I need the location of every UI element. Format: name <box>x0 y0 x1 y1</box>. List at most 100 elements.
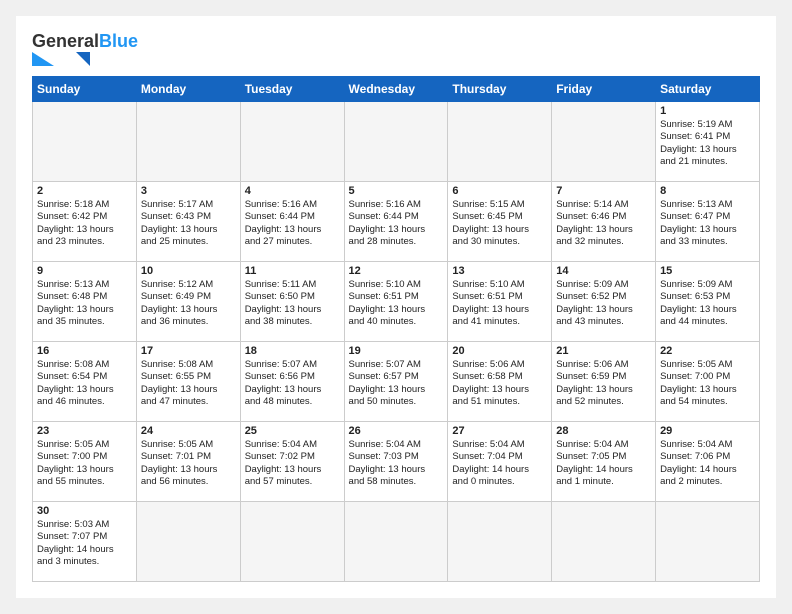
calendar-cell: 26Sunrise: 5:04 AMSunset: 7:03 PMDayligh… <box>344 422 448 502</box>
day-info-line: Daylight: 14 hours <box>660 464 755 476</box>
day-info-line: and 25 minutes. <box>141 236 236 248</box>
weekday-header-row: SundayMondayTuesdayWednesdayThursdayFrid… <box>33 77 760 102</box>
day-number: 27 <box>452 425 547 437</box>
calendar-cell: 13Sunrise: 5:10 AMSunset: 6:51 PMDayligh… <box>448 262 552 342</box>
calendar-cell: 2Sunrise: 5:18 AMSunset: 6:42 PMDaylight… <box>33 182 137 262</box>
calendar-cell: 1Sunrise: 5:19 AMSunset: 6:41 PMDaylight… <box>656 102 760 182</box>
day-info-line: Sunrise: 5:17 AM <box>141 199 236 211</box>
calendar-cell <box>448 502 552 582</box>
day-info-line: and 21 minutes. <box>660 156 755 168</box>
day-info-line: Daylight: 13 hours <box>37 304 132 316</box>
week-row-2: 9Sunrise: 5:13 AMSunset: 6:48 PMDaylight… <box>33 262 760 342</box>
day-info-line: Sunset: 7:07 PM <box>37 531 132 543</box>
weekday-header-sunday: Sunday <box>33 77 137 102</box>
day-info-line: and 57 minutes. <box>245 476 340 488</box>
day-info-line: and 56 minutes. <box>141 476 236 488</box>
day-info-line: and 52 minutes. <box>556 396 651 408</box>
day-info-line: Sunrise: 5:04 AM <box>452 439 547 451</box>
calendar-cell: 18Sunrise: 5:07 AMSunset: 6:56 PMDayligh… <box>240 342 344 422</box>
day-info-line: Sunset: 6:56 PM <box>245 371 340 383</box>
day-info-line: and 36 minutes. <box>141 316 236 328</box>
calendar-cell: 3Sunrise: 5:17 AMSunset: 6:43 PMDaylight… <box>136 182 240 262</box>
day-info-line: Sunrise: 5:04 AM <box>556 439 651 451</box>
header: GeneralBlue <box>32 32 760 66</box>
day-info-line: Sunset: 7:05 PM <box>556 451 651 463</box>
day-number: 13 <box>452 265 547 277</box>
day-number: 29 <box>660 425 755 437</box>
day-number: 22 <box>660 345 755 357</box>
day-info-line: and 55 minutes. <box>37 476 132 488</box>
day-number: 5 <box>349 185 444 197</box>
day-info-line: Sunrise: 5:05 AM <box>37 439 132 451</box>
day-info-line: Daylight: 13 hours <box>37 464 132 476</box>
day-info-line: Daylight: 13 hours <box>141 224 236 236</box>
calendar-cell: 21Sunrise: 5:06 AMSunset: 6:59 PMDayligh… <box>552 342 656 422</box>
calendar-cell: 23Sunrise: 5:05 AMSunset: 7:00 PMDayligh… <box>33 422 137 502</box>
logo-blue: Blue <box>99 31 138 51</box>
day-info-line: Daylight: 13 hours <box>141 304 236 316</box>
calendar-cell: 6Sunrise: 5:15 AMSunset: 6:45 PMDaylight… <box>448 182 552 262</box>
calendar-page: GeneralBlue SundayMondayTuesdayWednesday… <box>16 16 776 598</box>
calendar-cell <box>656 502 760 582</box>
day-info-line: and 58 minutes. <box>349 476 444 488</box>
day-info-line: and 41 minutes. <box>452 316 547 328</box>
calendar-cell: 24Sunrise: 5:05 AMSunset: 7:01 PMDayligh… <box>136 422 240 502</box>
weekday-header-saturday: Saturday <box>656 77 760 102</box>
day-info-line: and 32 minutes. <box>556 236 651 248</box>
day-info-line: Sunrise: 5:08 AM <box>37 359 132 371</box>
calendar-cell: 29Sunrise: 5:04 AMSunset: 7:06 PMDayligh… <box>656 422 760 502</box>
day-info-line: Daylight: 13 hours <box>556 224 651 236</box>
day-number: 15 <box>660 265 755 277</box>
week-row-4: 23Sunrise: 5:05 AMSunset: 7:00 PMDayligh… <box>33 422 760 502</box>
calendar-cell <box>552 502 656 582</box>
day-info-line: and 3 minutes. <box>37 556 132 568</box>
day-info-line: Sunrise: 5:05 AM <box>141 439 236 451</box>
weekday-header-wednesday: Wednesday <box>344 77 448 102</box>
day-number: 9 <box>37 265 132 277</box>
day-number: 14 <box>556 265 651 277</box>
calendar-cell: 10Sunrise: 5:12 AMSunset: 6:49 PMDayligh… <box>136 262 240 342</box>
day-info-line: Sunset: 6:50 PM <box>245 291 340 303</box>
day-info-line: and 54 minutes. <box>660 396 755 408</box>
day-info-line: Sunset: 7:03 PM <box>349 451 444 463</box>
day-number: 26 <box>349 425 444 437</box>
weekday-header-thursday: Thursday <box>448 77 552 102</box>
calendar-cell: 27Sunrise: 5:04 AMSunset: 7:04 PMDayligh… <box>448 422 552 502</box>
calendar-cell: 4Sunrise: 5:16 AMSunset: 6:44 PMDaylight… <box>240 182 344 262</box>
day-info-line: and 48 minutes. <box>245 396 340 408</box>
day-info-line: Sunset: 6:46 PM <box>556 211 651 223</box>
day-info-line: Sunset: 6:51 PM <box>452 291 547 303</box>
day-info-line: and 2 minutes. <box>660 476 755 488</box>
calendar-cell <box>344 502 448 582</box>
day-info-line: and 0 minutes. <box>452 476 547 488</box>
day-info-line: Sunrise: 5:16 AM <box>349 199 444 211</box>
day-info-line: Sunrise: 5:04 AM <box>245 439 340 451</box>
day-info-line: Sunrise: 5:12 AM <box>141 279 236 291</box>
week-row-1: 2Sunrise: 5:18 AMSunset: 6:42 PMDaylight… <box>33 182 760 262</box>
calendar-cell: 12Sunrise: 5:10 AMSunset: 6:51 PMDayligh… <box>344 262 448 342</box>
week-row-3: 16Sunrise: 5:08 AMSunset: 6:54 PMDayligh… <box>33 342 760 422</box>
weekday-header-monday: Monday <box>136 77 240 102</box>
day-number: 19 <box>349 345 444 357</box>
day-info-line: Sunrise: 5:06 AM <box>452 359 547 371</box>
calendar-cell: 30Sunrise: 5:03 AMSunset: 7:07 PMDayligh… <box>33 502 137 582</box>
day-info-line: Daylight: 14 hours <box>37 544 132 556</box>
day-info-line: Sunrise: 5:19 AM <box>660 119 755 131</box>
day-info-line: Daylight: 14 hours <box>556 464 651 476</box>
day-info-line: Sunrise: 5:11 AM <box>245 279 340 291</box>
day-info-line: Sunset: 6:45 PM <box>452 211 547 223</box>
calendar-cell: 5Sunrise: 5:16 AMSunset: 6:44 PMDaylight… <box>344 182 448 262</box>
day-info-line: Sunrise: 5:08 AM <box>141 359 236 371</box>
day-number: 1 <box>660 105 755 117</box>
day-info-line: Sunrise: 5:09 AM <box>660 279 755 291</box>
day-info-line: Daylight: 13 hours <box>37 224 132 236</box>
day-info-line: and 47 minutes. <box>141 396 236 408</box>
day-info-line: and 23 minutes. <box>37 236 132 248</box>
day-number: 3 <box>141 185 236 197</box>
day-info-line: Sunrise: 5:15 AM <box>452 199 547 211</box>
day-info-line: Daylight: 13 hours <box>349 224 444 236</box>
calendar-cell <box>344 102 448 182</box>
day-info-line: and 43 minutes. <box>556 316 651 328</box>
calendar-cell: 25Sunrise: 5:04 AMSunset: 7:02 PMDayligh… <box>240 422 344 502</box>
day-info-line: Sunrise: 5:10 AM <box>349 279 444 291</box>
